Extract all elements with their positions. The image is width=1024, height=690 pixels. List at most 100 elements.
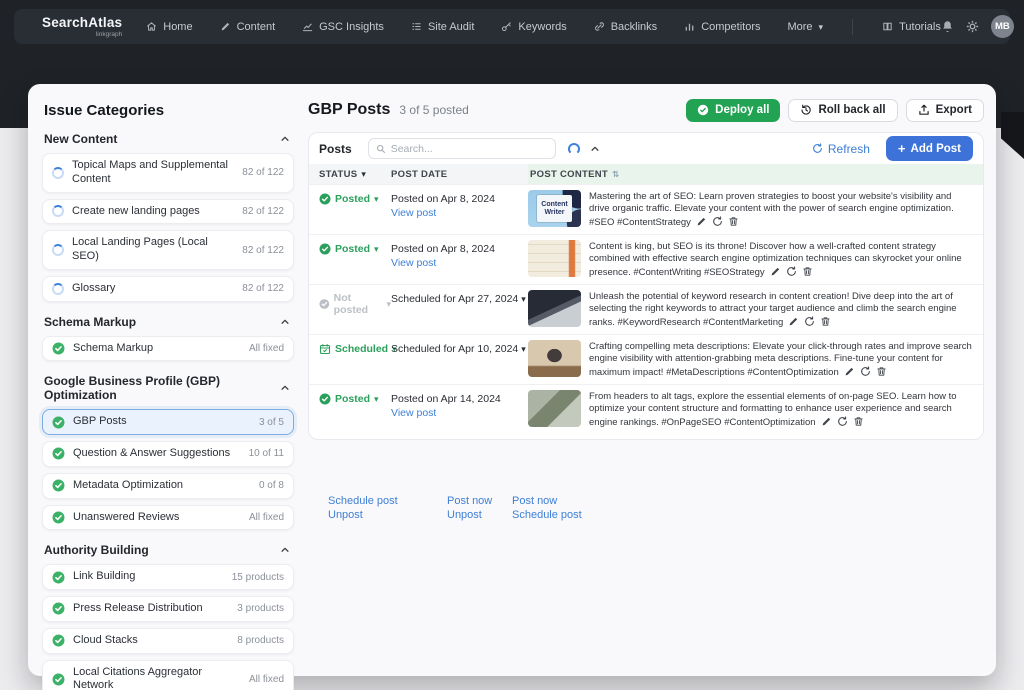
logo[interactable]: SearchAtlas linkgraph xyxy=(42,15,122,39)
action-link-unpost[interactable]: Unpost xyxy=(447,509,492,521)
sidebar-item-gbp-posts[interactable]: GBP Posts3 of 5 xyxy=(42,409,294,435)
action-link-post-now[interactable]: Post now xyxy=(447,495,492,507)
action-link-group: Post now Unpost xyxy=(447,495,492,521)
cell-thumbnail xyxy=(528,389,589,427)
sidebar-item-cloud-stacks[interactable]: Cloud Stacks8 products xyxy=(42,628,294,654)
sidebar-item-unanswered-reviews[interactable]: Unanswered Reviews All fixed xyxy=(42,505,294,531)
roll-back-all-button[interactable]: Roll back all xyxy=(788,99,897,122)
edit-icon[interactable] xyxy=(696,216,707,227)
sidebar-item-press-release-distribution[interactable]: Press Release Distribution3 products xyxy=(42,596,294,622)
cell-post-date: Scheduled for Apr 27, 2024 xyxy=(391,289,528,306)
delete-icon[interactable] xyxy=(820,316,831,327)
deploy-all-button[interactable]: Deploy all xyxy=(686,99,780,122)
export-button[interactable]: Export xyxy=(906,99,984,122)
regenerate-icon[interactable] xyxy=(860,366,871,377)
status-badge[interactable]: Posted xyxy=(319,193,379,205)
chevron-down-icon xyxy=(374,393,379,405)
nav-item-keywords[interactable]: Keywords xyxy=(501,21,566,33)
nav-item-label: GSC Insights xyxy=(319,21,384,33)
content-panel: Issue Categories New ContentTopical Maps… xyxy=(28,84,996,676)
sidebar-item-topical-maps-and-supplemental-content[interactable]: Topical Maps and Supplemental Content82 … xyxy=(42,153,294,193)
cell-post-content: Crafting compelling meta descriptions: E… xyxy=(589,339,983,379)
logo-subtext: linkgraph xyxy=(42,32,122,39)
sidebar-item-count: 15 products xyxy=(232,572,284,583)
sidebar-item-label: Local Citations Aggregator Network xyxy=(73,666,241,690)
sidebar-item-count: All fixed xyxy=(249,512,284,523)
nav-item-gsc-insights[interactable]: GSC Insights xyxy=(302,21,384,33)
nav-item-content[interactable]: Content xyxy=(220,21,276,33)
regenerate-icon[interactable] xyxy=(786,266,797,277)
edit-icon[interactable] xyxy=(844,366,855,377)
add-post-button[interactable]: Add Post xyxy=(886,136,973,161)
view-post-link[interactable]: View post xyxy=(391,406,436,420)
section-header-authority-building[interactable]: Authority Building xyxy=(44,543,290,557)
sidebar-item-question-answer-suggestions[interactable]: Question & Answer Suggestions10 of 11 xyxy=(42,441,294,467)
search-input[interactable] xyxy=(391,143,548,155)
delete-icon[interactable] xyxy=(876,366,887,377)
bell-icon[interactable] xyxy=(941,20,954,33)
edit-icon[interactable] xyxy=(821,416,832,427)
sidebar-item-link-building[interactable]: Link Building15 products xyxy=(42,564,294,590)
status-badge[interactable]: Posted xyxy=(319,243,379,255)
sidebar-item-count: 3 of 5 xyxy=(259,417,284,428)
view-post-link[interactable]: View post xyxy=(391,256,436,270)
sidebar-item-schema-markup[interactable]: Schema MarkupAll fixed xyxy=(42,336,294,362)
section-header-new-content[interactable]: New Content xyxy=(44,132,290,146)
edit-icon[interactable] xyxy=(770,266,781,277)
section-header-google-business-profile-gbp-optimization[interactable]: Google Business Profile (GBP) Optimizati… xyxy=(44,374,290,402)
sidebar-item-local-citations-aggregator-network[interactable]: Local Citations Aggregator NetworkAll fi… xyxy=(42,660,294,690)
nav-item-home[interactable]: Home xyxy=(146,21,192,33)
nav-item-label: Keywords xyxy=(518,21,566,33)
regenerate-icon[interactable] xyxy=(712,216,723,227)
page-title: GBP Posts xyxy=(308,101,390,119)
chevron-down-icon[interactable] xyxy=(521,293,526,305)
status-badge[interactable]: Posted xyxy=(319,393,379,405)
delete-icon[interactable] xyxy=(853,416,864,427)
nav-item-label: Backlinks xyxy=(611,21,657,33)
tab-posts[interactable]: Posts xyxy=(319,142,352,156)
action-link-schedule-post[interactable]: Schedule post xyxy=(328,495,398,507)
nav-item-site-audit[interactable]: Site Audit xyxy=(411,21,474,33)
sidebar-item-label: Local Landing Pages (Local SEO) xyxy=(72,236,234,264)
regenerate-icon[interactable] xyxy=(837,416,848,427)
column-header-post-content[interactable]: POST CONTENT⇅ xyxy=(528,164,983,184)
sidebar-item-glossary[interactable]: Glossary82 of 122 xyxy=(42,276,294,302)
action-link-unpost[interactable]: Unpost xyxy=(328,509,398,521)
spinner-icon xyxy=(52,244,64,256)
view-post-link[interactable]: View post xyxy=(391,206,436,220)
table-row: PostedPosted on Apr 8, 2024View postCont… xyxy=(309,184,983,234)
section-header-schema-markup[interactable]: Schema Markup xyxy=(44,315,290,329)
status-badge[interactable]: Not posted xyxy=(319,292,391,316)
nav-item-label: Content xyxy=(237,21,276,33)
page-header: GBP Posts 3 of 5 posted Deploy all Roll … xyxy=(308,98,984,122)
sidebar-item-label: Metadata Optimization xyxy=(73,479,251,493)
sidebar-item-local-landing-pages-local-seo[interactable]: Local Landing Pages (Local SEO)82 of 122 xyxy=(42,230,294,270)
regenerate-icon[interactable] xyxy=(804,316,815,327)
avatar[interactable]: MB xyxy=(991,15,1014,38)
nav-item-competitors[interactable]: Competitors xyxy=(684,21,760,33)
post-date-text: Posted on Apr 14, 2024 xyxy=(391,392,528,406)
sidebar-item-label: Unanswered Reviews xyxy=(73,511,241,525)
sidebar-item-metadata-optimization[interactable]: Metadata Optimization0 of 8 xyxy=(42,473,294,499)
status-badge[interactable]: Scheduled xyxy=(319,343,397,355)
column-header-status[interactable]: STATUS xyxy=(309,164,391,184)
check-circle-icon xyxy=(52,673,65,686)
sidebar-item-label: Schema Markup xyxy=(73,342,241,356)
action-link-schedule-post[interactable]: Schedule post xyxy=(512,509,582,521)
chevron-down-icon[interactable] xyxy=(521,343,526,355)
action-link-post-now[interactable]: Post now xyxy=(512,495,582,507)
column-header-post-date[interactable]: POST DATE xyxy=(391,164,528,184)
logo-text: SearchAtlas xyxy=(42,15,122,30)
sidebar-item-create-new-landing-pages[interactable]: Create new landing pages82 of 122 xyxy=(42,199,294,225)
delete-icon[interactable] xyxy=(802,266,813,277)
chevron-up-icon[interactable] xyxy=(590,144,600,154)
nav-item-more[interactable]: More xyxy=(787,21,823,33)
edit-icon[interactable] xyxy=(788,316,799,327)
nav-item-tutorials[interactable]: Tutorials xyxy=(882,21,941,33)
sidebar-section-schema-markup: Schema MarkupSchema MarkupAll fixed xyxy=(42,315,294,362)
nav-item-backlinks[interactable]: Backlinks xyxy=(594,21,657,33)
delete-icon[interactable] xyxy=(728,216,739,227)
post-thumbnail xyxy=(528,390,581,427)
refresh-button[interactable]: Refresh xyxy=(812,142,870,156)
gear-icon[interactable] xyxy=(966,20,979,33)
